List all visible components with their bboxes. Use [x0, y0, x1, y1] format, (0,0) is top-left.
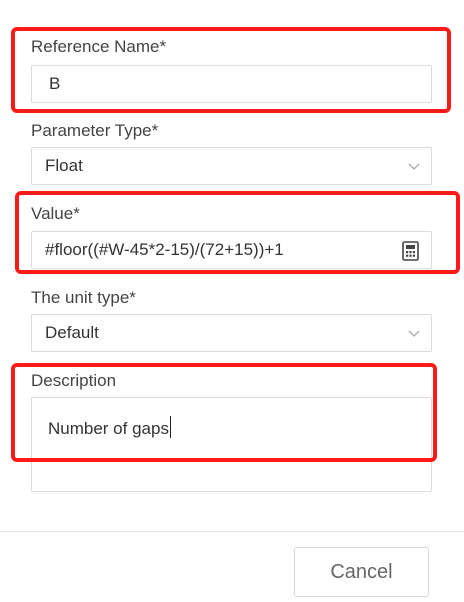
unit-type-select[interactable]: Default: [31, 314, 432, 352]
chevron-down-icon: [408, 330, 420, 337]
footer-divider: [0, 531, 464, 532]
cancel-button[interactable]: Cancel: [294, 547, 429, 597]
value-label: Value*: [31, 204, 80, 223]
chevron-down-icon: [408, 163, 420, 170]
reference-name-value: B: [49, 74, 61, 93]
value-input[interactable]: #floor((#W-45*2-15)/(72+15))+1: [31, 231, 432, 269]
parameter-type-value: Float: [45, 156, 83, 175]
parameter-form: Reference Name* B Parameter Type* Float …: [0, 0, 464, 602]
parameter-type-label: Parameter Type*: [31, 121, 159, 140]
unit-type-label: The unit type*: [31, 288, 136, 307]
value-expression: #floor((#W-45*2-15)/(72+15))+1: [45, 240, 284, 259]
description-text: Number of gaps: [48, 419, 169, 438]
reference-name-label: Reference Name*: [31, 37, 167, 56]
calculator-icon[interactable]: [402, 241, 419, 261]
parameter-type-select[interactable]: Float: [31, 147, 432, 185]
description-label: Description: [31, 371, 117, 390]
text-caret: [169, 416, 171, 438]
unit-type-value: Default: [45, 323, 99, 342]
description-textarea[interactable]: Number of gaps: [31, 397, 432, 492]
reference-name-input[interactable]: B: [31, 65, 432, 103]
